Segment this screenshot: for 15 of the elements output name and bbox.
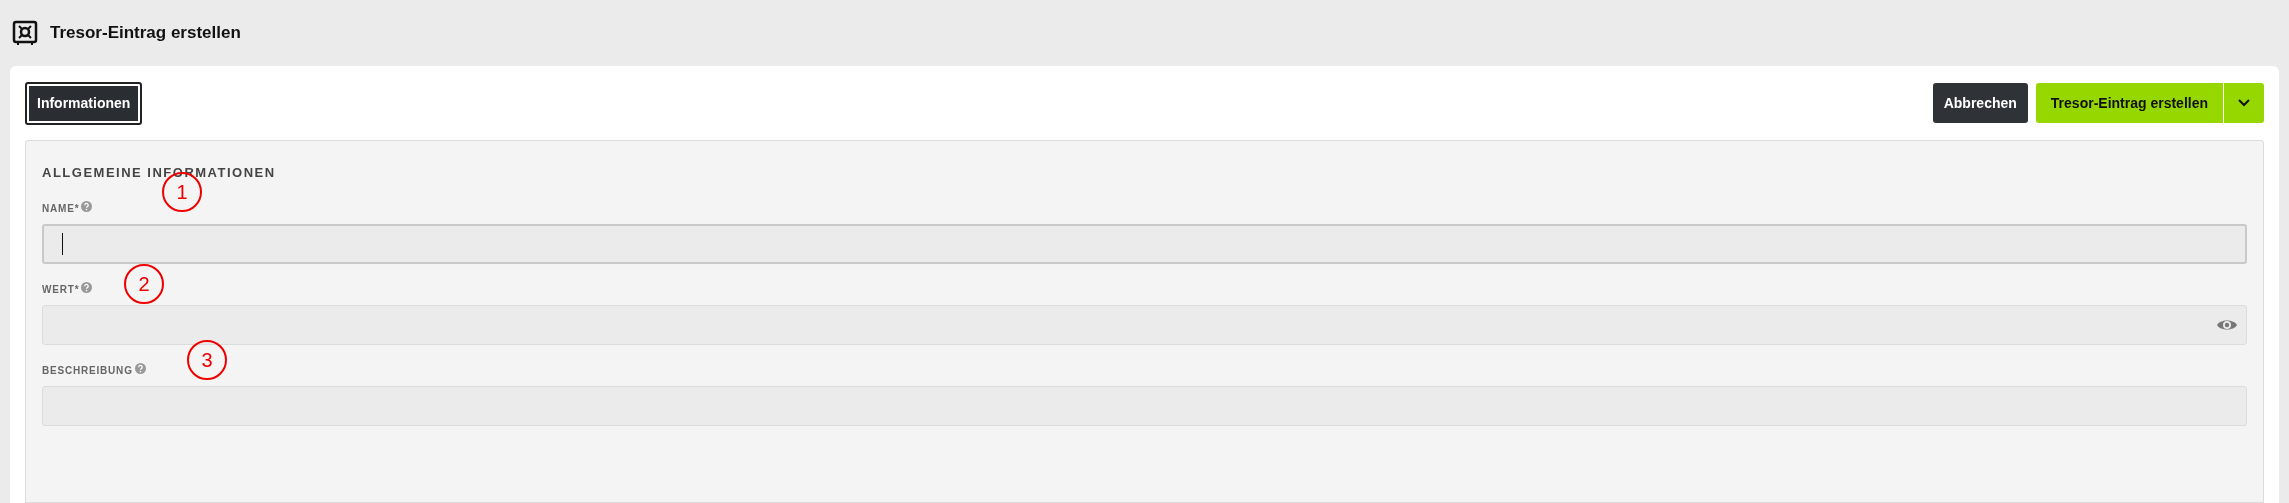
- annotation-marker: 2: [124, 264, 164, 304]
- cancel-button[interactable]: Abbrechen: [1932, 83, 2028, 123]
- create-button[interactable]: Tresor-Eintrag erstellen: [2035, 83, 2224, 123]
- page-title: Tresor-Eintrag erstellen: [50, 22, 241, 45]
- chevron-down-icon: [2238, 99, 2250, 107]
- safe-icon: [12, 20, 38, 46]
- annotation-marker: 3: [187, 340, 227, 380]
- help-icon[interactable]: [134, 362, 146, 374]
- help-icon[interactable]: [81, 281, 93, 293]
- help-icon[interactable]: [81, 200, 93, 212]
- field-label: NAME*: [42, 201, 80, 216]
- field-label: WERT*: [42, 282, 80, 297]
- tab[interactable]: Informationen: [25, 81, 143, 125]
- section-title: ALLGEMEINE INFORMATIONEN: [42, 164, 277, 182]
- field-label: BESCHREIBUNG: [42, 363, 133, 378]
